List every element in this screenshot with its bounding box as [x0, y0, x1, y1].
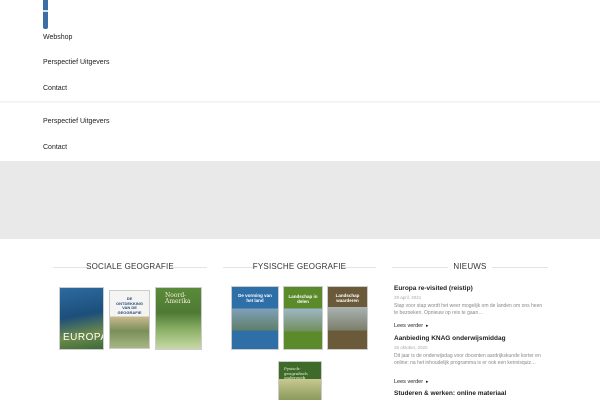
news-item-title[interactable]: Europa re-visited (reistip)	[394, 285, 544, 292]
book-landschap-delen[interactable]: Landschap in delen	[283, 286, 323, 350]
book-europa[interactable]: EUROPA	[59, 287, 104, 350]
book-onderzoek-title: Fysisch-geografisch onderzoek	[284, 366, 308, 380]
read-more-link[interactable]: Lees verder ▸	[394, 379, 429, 385]
menu-scroll-indicator[interactable]	[43, 0, 48, 29]
news-item-date: 29 april, 2021	[394, 295, 422, 300]
news-item-excerpt: Stap voor stap wordt het weer mogelijk o…	[394, 303, 543, 316]
book-ontdekking-geografie[interactable]: DE ONTDEKKING VAN DE GEOGRAFIE	[109, 290, 150, 349]
news-item: Aanbieding KNAG onderwijsmiddag 25 oktob…	[394, 335, 544, 366]
book-landschap-delen-title: Landschap in delen	[288, 294, 318, 304]
news-item-excerpt: Dit jaar is de onderwijsdag voor docente…	[394, 353, 541, 366]
nieuws-heading: NIEUWS	[392, 262, 548, 272]
secondary-menu-panel: Perspectief Uitgevers Contact	[0, 103, 600, 161]
menu-item-contact[interactable]: Contact	[43, 85, 67, 92]
book-noord-amerika-title: Noord-Amerika	[165, 292, 191, 305]
arrow-right-icon: ▸	[426, 323, 429, 329]
dropdown-menu-panel: Webshop Perspectief Uitgevers Contact	[0, 0, 600, 101]
sociale-geografie-heading: SOCIALE GEOGRAFIE	[53, 262, 207, 272]
arrow-right-icon: ▸	[426, 379, 429, 385]
read-more-link[interactable]: Lees verder ▸	[394, 323, 429, 329]
banner-band	[0, 161, 600, 239]
heading-rule-right	[492, 267, 548, 268]
read-more-label: Lees verder	[394, 323, 424, 329]
book-vorming-land-title: De vorming van het land	[238, 293, 272, 303]
menu-item-webshop[interactable]: Webshop	[43, 34, 72, 41]
book-noord-amerika[interactable]: Noord-Amerika	[155, 287, 202, 350]
secondary-menu-item-contact[interactable]: Contact	[43, 144, 67, 151]
menu-item-perspectief-uitgevers[interactable]: Perspectief Uitgevers	[43, 59, 110, 66]
book-landschap-waarderen[interactable]: Landschap waarderen	[327, 286, 368, 350]
heading-rule-right	[171, 267, 207, 268]
fysische-geografie-heading: FYSISCHE GEOGRAFIE	[223, 262, 376, 272]
news-item-date: 25 oktober, 2020	[394, 345, 428, 350]
news-item-title[interactable]: Aanbieding KNAG onderwijsmiddag	[394, 335, 544, 342]
heading-rule-right	[342, 267, 376, 268]
book-landschap-waarderen-title: Landschap waarderen	[335, 293, 360, 303]
read-more-label: Lees verder	[394, 379, 424, 385]
book-fysisch-geografisch-onderzoek[interactable]: Fysisch-geografisch onderzoek	[278, 361, 322, 400]
news-item-title[interactable]: Studeren & werken: online materiaal	[394, 390, 544, 397]
book-vorming-land[interactable]: De vorming van het land	[231, 286, 279, 350]
scroll-indicator-mark	[43, 10, 48, 12]
book-ontdekking-title: DE ONTDEKKING VAN DE GEOGRAFIE	[116, 296, 143, 315]
secondary-menu-item-perspectief-uitgevers[interactable]: Perspectief Uitgevers	[43, 118, 110, 125]
news-item: Studeren & werken: online materiaal	[394, 390, 544, 397]
news-item: Europa re-visited (reistip) 29 april, 20…	[394, 285, 544, 316]
book-europa-title: EUROPA	[63, 332, 104, 343]
